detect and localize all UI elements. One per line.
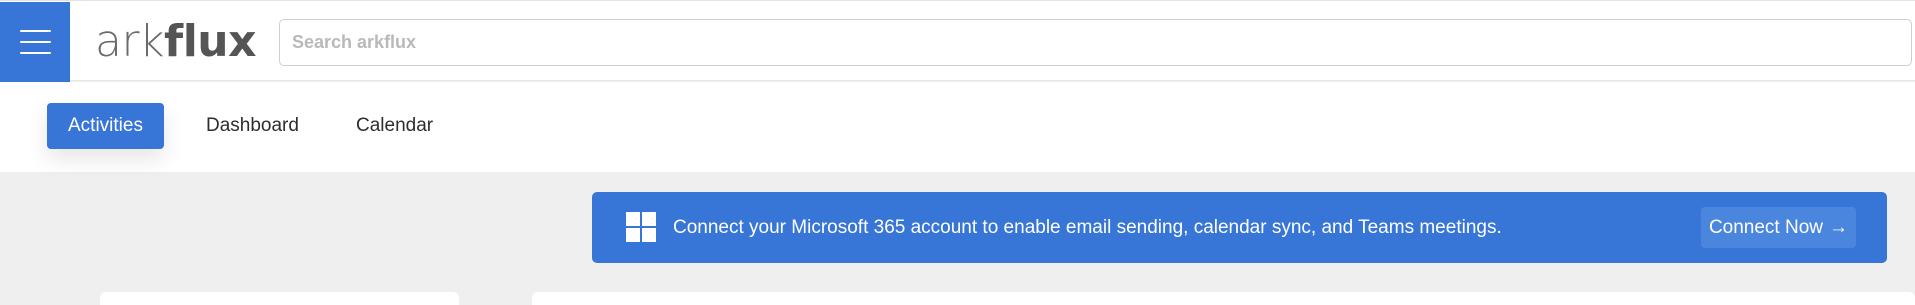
connect-now-button[interactable]: Connect Now → bbox=[1700, 207, 1856, 248]
arrow-right-icon: → bbox=[1829, 216, 1848, 238]
connect-now-label: Connect Now bbox=[1708, 216, 1823, 238]
menu-line bbox=[19, 52, 51, 54]
tab-calendar[interactable]: Calendar bbox=[335, 103, 454, 149]
menu-line bbox=[19, 30, 51, 32]
app-logo[interactable]: arkflux bbox=[95, 16, 256, 67]
tab-dashboard[interactable]: Dashboard bbox=[185, 103, 320, 149]
banner-message: Connect your Microsoft 365 account to en… bbox=[673, 216, 1502, 238]
hamburger-menu-button[interactable] bbox=[0, 2, 70, 82]
logo-text-regular: ark bbox=[95, 16, 165, 67]
menu-line bbox=[19, 41, 51, 43]
windows-icon bbox=[626, 212, 656, 242]
tab-bar: Activities Dashboard Calendar bbox=[0, 82, 1915, 172]
main-panel-card bbox=[532, 292, 1915, 305]
search-input[interactable] bbox=[279, 19, 1912, 66]
top-bar: arkflux bbox=[0, 0, 1915, 82]
left-panel-card bbox=[100, 292, 459, 305]
tab-activities[interactable]: Activities bbox=[47, 103, 164, 149]
logo-text-bold: flux bbox=[164, 16, 256, 67]
microsoft-connect-banner: Connect your Microsoft 365 account to en… bbox=[592, 192, 1887, 263]
